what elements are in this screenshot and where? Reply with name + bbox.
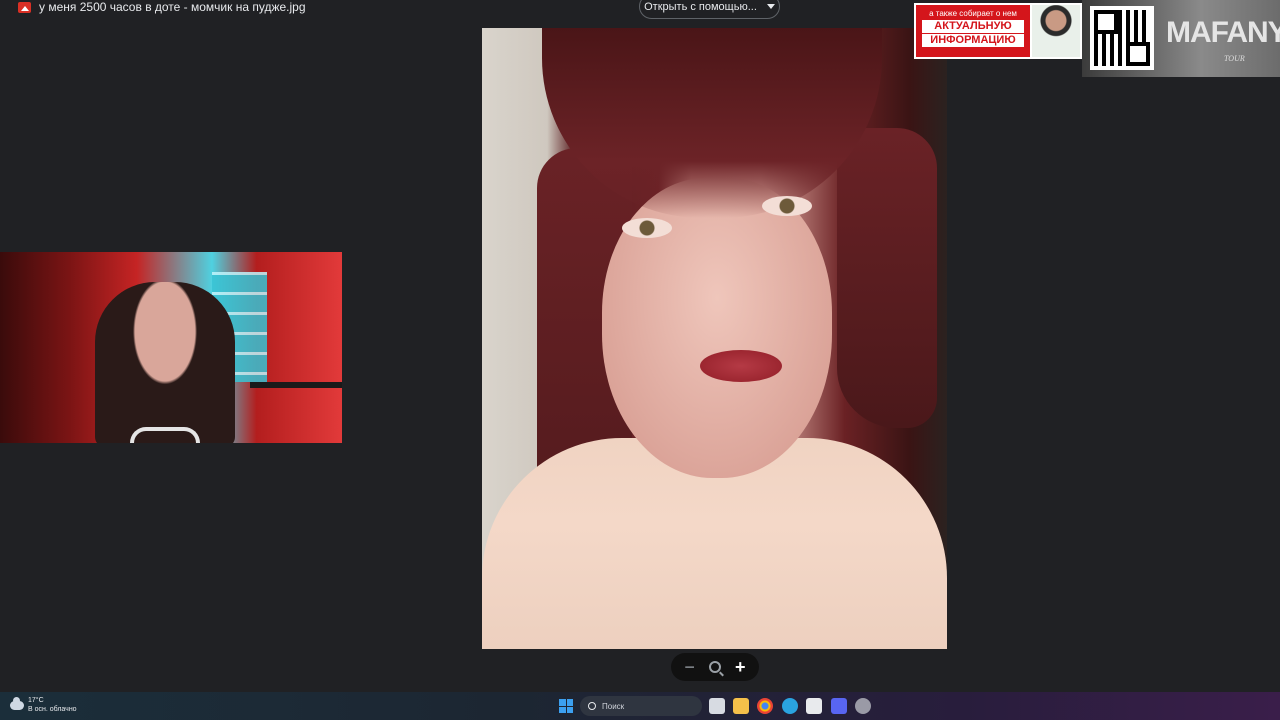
banner-line3: ИНФОРМАЦИЮ (922, 34, 1024, 47)
zoom-toolbar: − + (671, 653, 759, 681)
windows-start-icon[interactable] (559, 699, 573, 713)
weather-temp: 17°C (28, 697, 44, 704)
file-title: у меня 2500 часов в доте - момчик на пуд… (39, 0, 306, 14)
banner-avatar (1032, 5, 1080, 57)
title-bar: у меня 2500 часов в доте - момчик на пуд… (18, 0, 306, 14)
search-placeholder: Поиск (602, 701, 625, 711)
obs-icon[interactable] (855, 698, 871, 714)
taskbar: 17°C В осн. облачно Поиск (0, 692, 1280, 720)
zoom-reset-button[interactable] (704, 656, 726, 678)
zoom-in-button[interactable]: + (729, 656, 751, 678)
discord-icon[interactable] (831, 698, 847, 714)
webcam-overlay (0, 252, 342, 443)
weather-desc: В осн. облачно (28, 706, 77, 713)
promo-subtitle: TOUR (1224, 54, 1245, 63)
magnifier-icon (708, 661, 721, 673)
open-with-label: Открыть с помощью... (644, 0, 757, 13)
file-explorer-icon[interactable] (733, 698, 749, 714)
chrome-icon[interactable] (757, 698, 773, 714)
search-icon (588, 702, 596, 710)
image-file-icon (18, 1, 31, 13)
app-window-icon[interactable] (806, 698, 822, 714)
caret-down-icon (766, 4, 775, 9)
banner-line2: АКТУАЛЬНУЮ (922, 20, 1024, 33)
weather-widget[interactable]: 17°C В осн. облачно (10, 696, 77, 714)
promo-title: MAFANYA (1166, 16, 1280, 49)
info-banner: а также собирает о нем АКТУАЛЬНУЮ ИНФОРМ… (914, 3, 1082, 59)
qr-code-icon (1090, 6, 1154, 70)
cloud-icon (10, 696, 24, 710)
browser-icon[interactable] (782, 698, 798, 714)
taskbar-search[interactable]: Поиск (580, 696, 702, 716)
displayed-photo (482, 28, 947, 649)
banner-line1: а также собирает о нем (929, 9, 1017, 18)
zoom-out-button[interactable]: − (679, 656, 701, 678)
open-with-button[interactable]: Открыть с помощью... (639, 0, 780, 19)
task-view-icon[interactable] (709, 698, 725, 714)
tour-promo: MAFANYA TOUR (1082, 0, 1280, 77)
